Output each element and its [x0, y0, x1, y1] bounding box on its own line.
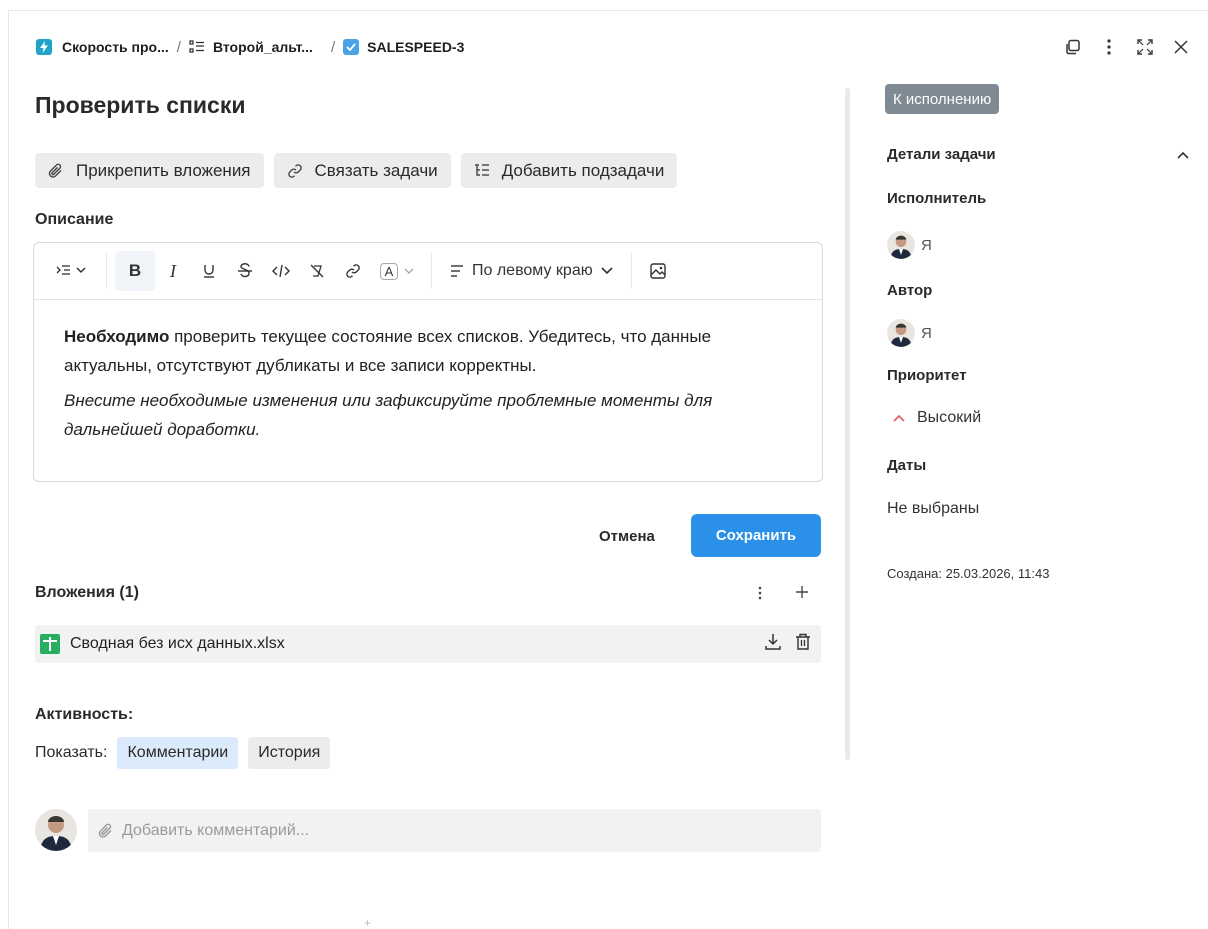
priority-field[interactable]: Высокий [893, 409, 981, 427]
attach-button-label: Прикрепить вложения [76, 160, 251, 180]
alignment-dropdown[interactable]: По левому краю [440, 251, 623, 291]
dates-label: Даты [887, 457, 927, 474]
toolbar-divider [630, 253, 632, 289]
plus-icon: + [364, 916, 372, 929]
attach-button[interactable]: Прикрепить вложения [35, 153, 264, 188]
link-tasks-button-label: Связать задачи [314, 160, 438, 180]
comment-placeholder: Добавить комментарий... [122, 821, 310, 839]
attachment-item[interactable]: Сводная без исх данных.xlsx [35, 625, 821, 663]
editor-toolbar: B I A По левому краю [34, 243, 822, 300]
assignee-label: Исполнитель [887, 190, 987, 207]
trash-icon[interactable] [795, 633, 811, 656]
code-icon[interactable] [263, 251, 299, 291]
checkbox-icon [343, 39, 360, 55]
toolbar-divider [431, 253, 432, 289]
underline-icon[interactable] [191, 251, 227, 291]
xlsx-file-icon [40, 634, 60, 654]
description-editor[interactable]: B I A По левому краю Необходимо проверит… [33, 242, 823, 482]
scrollbar[interactable] [845, 88, 850, 760]
paragraph-1-bold: Необходимо [64, 327, 170, 346]
copy-icon[interactable] [1062, 36, 1084, 58]
add-subtasks-button[interactable]: Добавить подзадачи [460, 153, 678, 188]
activity-title: Активность: [35, 706, 134, 723]
task-title[interactable]: Проверить списки [35, 92, 246, 119]
indent-dropdown[interactable] [46, 251, 98, 291]
assignee-name: Я [921, 236, 932, 254]
link-icon[interactable] [335, 251, 371, 291]
link-tasks-button[interactable]: Связать задачи [273, 153, 451, 188]
breadcrumb-project[interactable]: Скорость про... [36, 39, 169, 55]
breadcrumb-list[interactable]: Второй_альт... [189, 39, 313, 55]
paperclip-icon[interactable] [98, 823, 114, 839]
font-color-label: A [379, 262, 399, 280]
chevron-up-icon[interactable] [1176, 148, 1190, 162]
author-name: Я [921, 324, 932, 342]
editor-content[interactable]: Необходимо проверить текущее состояние в… [34, 300, 822, 444]
task-actions: Прикрепить вложения Связать задачи Добав… [35, 153, 678, 188]
tab-history[interactable]: История [248, 737, 331, 769]
paperclip-icon [48, 163, 64, 179]
breadcrumb-project-label: Скорость про... [62, 39, 169, 55]
add-attachment-icon[interactable] [792, 581, 812, 603]
lightning-icon [36, 39, 52, 55]
align-left-icon [451, 265, 463, 277]
close-icon[interactable] [1170, 36, 1192, 58]
breadcrumb-list-label: Второй_альт... [212, 39, 313, 55]
author-label: Автор [887, 282, 933, 299]
alignment-label: По левому краю [472, 262, 593, 279]
cancel-button[interactable]: Отмена [585, 515, 669, 557]
dates-value[interactable]: Не выбраны [887, 500, 979, 518]
assignee-field[interactable]: Я [887, 231, 932, 259]
description-label: Описание [35, 211, 114, 228]
avatar [35, 809, 77, 851]
priority-value: Высокий [917, 409, 982, 426]
paragraph-1: Необходимо проверить текущее состояние в… [64, 322, 792, 380]
breadcrumb-task-label: SALESPEED-3 [367, 39, 465, 55]
attachments-title: Вложения (1) [35, 584, 139, 601]
subtasks-icon [474, 163, 490, 179]
font-color-dropdown[interactable]: A [371, 251, 423, 291]
breadcrumb-task[interactable]: SALESPEED-3 [343, 39, 464, 55]
breadcrumb: Скорость про... / Второй_альт... / SALES… [36, 36, 464, 58]
chevron-up-icon [893, 414, 905, 422]
activity-filter: Показать: Комментарии История [35, 737, 331, 769]
created-timestamp: Создана: 25.03.2026, 11:43 [887, 566, 1050, 581]
show-label: Показать: [35, 744, 108, 761]
author-field: Я [887, 319, 932, 347]
bold-button[interactable]: B [115, 251, 155, 291]
attachment-file-name: Сводная без исх данных.xlsx [70, 635, 285, 652]
avatar [887, 319, 915, 347]
attachment-actions [765, 633, 811, 656]
clear-format-icon[interactable] [299, 251, 335, 291]
image-icon[interactable] [640, 251, 676, 291]
strikethrough-icon[interactable] [227, 251, 263, 291]
window-controls [1062, 36, 1192, 58]
link-icon [287, 163, 303, 179]
more-vertical-icon[interactable] [1098, 36, 1120, 58]
download-icon[interactable] [765, 633, 781, 656]
list-icon [189, 40, 205, 54]
status-badge[interactable]: К исполнению [885, 84, 1000, 114]
more-vertical-icon[interactable] [752, 583, 768, 603]
priority-label: Приоритет [887, 367, 967, 384]
breadcrumb-separator: / [176, 38, 181, 56]
breadcrumb-separator: / [330, 38, 336, 56]
details-title: Детали задачи [887, 146, 996, 163]
italic-button[interactable]: I [155, 251, 191, 291]
chevron-down-icon [601, 267, 613, 275]
toolbar-divider [106, 253, 107, 289]
paragraph-2: Внесите необходимые изменения или зафикс… [64, 391, 713, 439]
save-button[interactable]: Сохранить [691, 514, 821, 557]
add-subtasks-button-label: Добавить подзадачи [501, 160, 665, 180]
tab-comments[interactable]: Комментарии [117, 737, 239, 769]
expand-icon[interactable] [1134, 36, 1156, 58]
comment-input[interactable]: Добавить комментарий... [88, 809, 821, 852]
avatar [887, 231, 915, 259]
